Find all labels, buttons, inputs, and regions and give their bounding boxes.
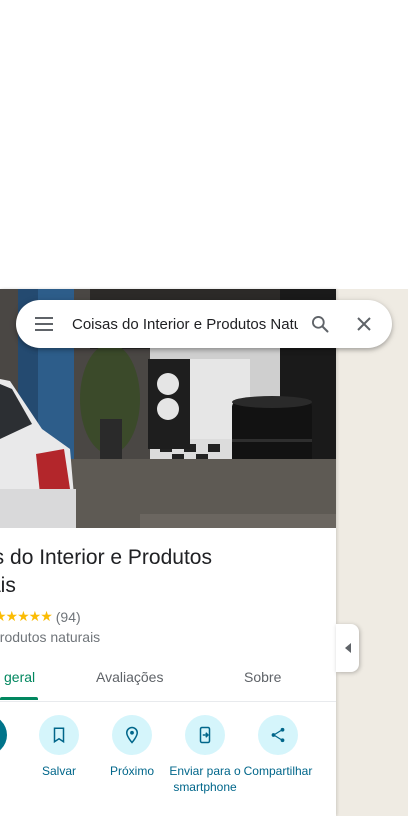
tab-overview-label: geral (4, 669, 36, 685)
hamburger-menu-icon (35, 317, 53, 331)
search-button[interactable] (298, 300, 342, 348)
send-to-phone-label: Enviar para o smartphone (169, 764, 241, 794)
caret-left-icon (344, 643, 351, 653)
save-label: Salvar (41, 764, 76, 778)
bookmark-icon (39, 715, 79, 755)
save-button[interactable]: Salvar (21, 715, 97, 779)
share-button[interactable]: Compartilhar (240, 715, 316, 779)
tab-bar: geral Avaliações Sobre (0, 665, 336, 702)
close-icon (357, 317, 371, 331)
collapse-panel-button[interactable] (336, 624, 359, 672)
review-count[interactable]: (94) (56, 609, 81, 625)
tab-reviews[interactable]: Avaliações (96, 665, 163, 701)
search-input[interactable]: Coisas do Interior e Produtos Naturais (72, 316, 298, 333)
map-area[interactable] (336, 289, 408, 816)
active-tab-indicator (0, 697, 38, 700)
send-to-phone-icon (185, 715, 225, 755)
tab-overview[interactable]: geral (4, 665, 35, 701)
place-title: as do Interior e Produtos rais (0, 546, 212, 597)
tab-reviews-label: Avaliações (96, 669, 164, 685)
send-to-phone-button[interactable]: Enviar para o smartphone (167, 715, 243, 795)
share-icon (258, 715, 298, 755)
place-panel: as do Interior e Produtos rais ★★★★★ (94… (0, 289, 336, 816)
menu-button[interactable] (16, 300, 72, 348)
search-bar[interactable]: Coisas do Interior e Produtos Naturais (16, 300, 392, 348)
nearby-icon (112, 715, 152, 755)
tab-about[interactable]: Sobre (244, 665, 281, 701)
rating-row[interactable]: ★★★★★ (94) (0, 608, 81, 625)
nearby-button[interactable]: Próximo (94, 715, 170, 779)
rating-stars: ★★★★★ (0, 608, 53, 624)
tab-about-label: Sobre (244, 669, 282, 685)
share-label: Compartilhar (243, 764, 313, 778)
directions-icon (0, 715, 7, 755)
place-category[interactable]: produtos naturais (0, 629, 100, 645)
nearby-label: Próximo (109, 764, 154, 778)
search-icon (312, 316, 329, 333)
clear-search-button[interactable] (342, 300, 386, 348)
